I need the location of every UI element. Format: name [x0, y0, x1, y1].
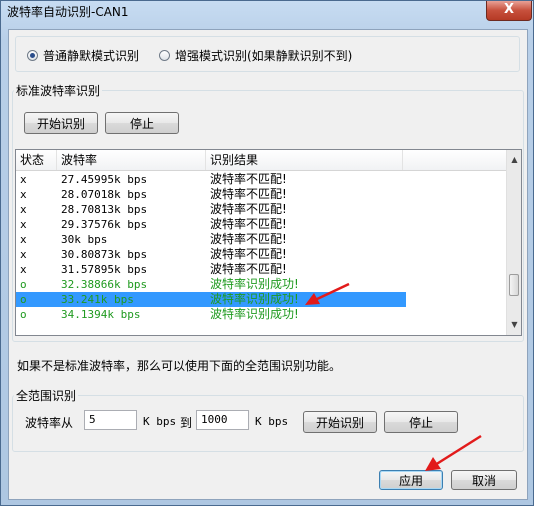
to-label: 到 — [180, 416, 193, 430]
list-item[interactable]: x 30.80873k bps 波特率不匹配! — [16, 247, 506, 262]
row-result: 波特率不匹配! — [210, 247, 287, 261]
list-item[interactable]: x 27.45995k bps 波特率不匹配! — [16, 172, 506, 187]
list-scrollbar[interactable]: ▲ ▼ — [506, 150, 521, 335]
row-status: x — [20, 203, 27, 216]
row-baud: 34.1394k bps — [61, 308, 141, 321]
column-header-baud[interactable]: 波特率 — [57, 150, 206, 170]
dialog-window: 波特率自动识别-CAN1 X 普通静默模式识别 增强模式识别(如果静默识别不到)… — [0, 0, 534, 506]
row-baud: 30k bps — [61, 233, 108, 246]
column-header-result[interactable]: 识别结果 — [206, 150, 403, 170]
radio-enhanced-label: 增强模式识别(如果静默识别不到) — [175, 49, 353, 63]
row-status: o — [20, 293, 27, 306]
radio-normal-label: 普通静默模式识别 — [43, 49, 140, 63]
standard-group-label: 标准波特率识别 — [14, 82, 103, 99]
unit-label-2: K bps — [255, 415, 289, 428]
list-item[interactable]: x 28.70813k bps 波特率不匹配! — [16, 202, 506, 217]
row-status: x — [20, 263, 27, 276]
baud-result-list[interactable]: 状态 波特率 识别结果 x 27.45995k bps 波特率不匹配! x 28.070… — [15, 149, 522, 336]
list-item[interactable]: o 34.1394k bps 波特率识别成功! — [16, 307, 506, 322]
row-result: 波特率不匹配! — [210, 217, 287, 231]
row-baud: 28.07018k bps — [61, 188, 148, 201]
row-baud: 29.37576k bps — [61, 218, 148, 231]
radio-enhanced-indicator — [159, 50, 170, 61]
row-status: o — [20, 308, 27, 321]
row-status: x — [20, 248, 27, 261]
list-header: 状态 波特率 识别结果 — [16, 150, 506, 171]
row-result: 波特率识别成功! — [210, 307, 299, 321]
dialog-client-area: 普通静默模式识别 增强模式识别(如果静默识别不到) 标准波特率识别 开始识别 停… — [8, 29, 528, 500]
scroll-up-icon[interactable]: ▲ — [507, 152, 521, 168]
row-result: 波特率不匹配! — [210, 202, 287, 216]
row-result: 波特率不匹配! — [210, 262, 287, 276]
list-item[interactable]: x 28.07018k bps 波特率不匹配! — [16, 187, 506, 202]
radio-normal-indicator — [27, 50, 38, 61]
to-input[interactable]: 1000 — [196, 410, 249, 430]
row-baud: 33.241k bps — [61, 293, 134, 306]
row-result: 波特率不匹配! — [210, 172, 287, 186]
row-baud: 30.80873k bps — [61, 248, 148, 261]
column-header-status[interactable]: 状态 — [16, 150, 57, 170]
from-label: 波特率从 — [25, 416, 74, 430]
list-item[interactable]: x 29.37576k bps 波特率不匹配! — [16, 217, 506, 232]
full-range-group-label: 全范围识别 — [14, 387, 79, 404]
row-status: x — [20, 188, 27, 201]
list-rows: x 27.45995k bps 波特率不匹配! x 28.07018k bps 波特率不匹… — [16, 172, 506, 322]
row-status: x — [20, 233, 27, 246]
close-button[interactable]: X — [486, 1, 532, 21]
standard-stop-button[interactable]: 停止 — [105, 112, 179, 134]
list-item[interactable]: x 30k bps 波特率不匹配! — [16, 232, 506, 247]
annotation-arrow-icon — [305, 282, 350, 305]
scroll-down-icon[interactable]: ▼ — [507, 317, 521, 333]
list-item[interactable]: x 31.57895k bps 波特率不匹配! — [16, 262, 506, 277]
full-range-start-button[interactable]: 开始识别 — [303, 411, 377, 433]
row-result: 波特率不匹配! — [210, 232, 287, 246]
row-baud: 32.38866k bps — [61, 278, 148, 291]
scroll-thumb[interactable] — [509, 274, 519, 296]
row-status: x — [20, 218, 27, 231]
row-result: 波特率不匹配! — [210, 187, 287, 201]
annotation-arrow-icon-2 — [425, 434, 482, 471]
row-result: 波特率识别成功! — [210, 277, 299, 291]
row-baud: 28.70813k bps — [61, 203, 148, 216]
standard-start-button[interactable]: 开始识别 — [24, 112, 98, 134]
full-range-hint: 如果不是标准波特率，那么可以使用下面的全范围识别功能。 — [17, 359, 342, 373]
row-status: o — [20, 278, 27, 291]
unit-label-1: K bps — [143, 415, 177, 428]
full-range-stop-button[interactable]: 停止 — [384, 411, 458, 433]
radio-enhanced-mode[interactable]: 增强模式识别(如果静默识别不到) — [159, 47, 352, 64]
window-title: 波特率自动识别-CAN1 — [7, 5, 129, 19]
radio-normal-mode[interactable]: 普通静默模式识别 — [27, 47, 139, 64]
row-baud: 31.57895k bps — [61, 263, 148, 276]
from-input[interactable]: 5 — [84, 410, 137, 430]
list-item[interactable]: o 32.38866k bps 波特率识别成功! — [16, 277, 506, 292]
row-baud: 27.45995k bps — [61, 173, 148, 186]
row-status: x — [20, 173, 27, 186]
row-result: 波特率识别成功! — [210, 292, 299, 306]
